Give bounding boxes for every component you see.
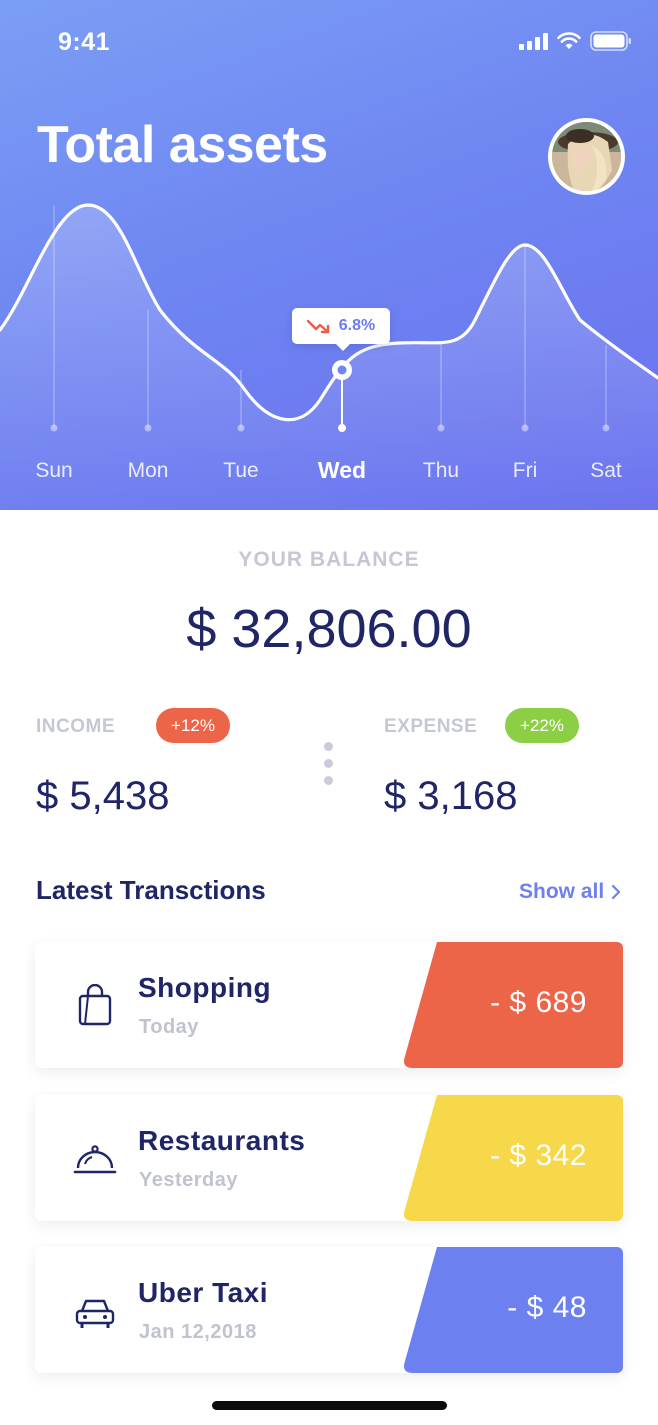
transaction-date: Yesterday (139, 1169, 239, 1191)
day-label-fri[interactable]: Fri (513, 459, 538, 483)
income-label: INCOME (36, 716, 115, 737)
home-indicator[interactable] (212, 1401, 447, 1410)
day-dot-fri (521, 424, 529, 432)
expense-badge: +22% (505, 708, 579, 743)
status-icons (519, 28, 632, 54)
transaction-card-restaurants[interactable]: Restaurants Yesterday - $ 342 (35, 1095, 623, 1221)
trend-down-icon (306, 319, 329, 334)
wifi-icon (557, 32, 581, 49)
expense-label: EXPENSE (384, 716, 478, 737)
transaction-name: Restaurants (138, 1125, 306, 1156)
day-dot-tue (237, 424, 245, 432)
page-title: Total assets (37, 116, 328, 174)
transactions-title: Latest Transctions (36, 875, 266, 905)
day-dot-sat (602, 424, 610, 432)
day-label-tue[interactable]: Tue (223, 459, 258, 483)
day-label-sun[interactable]: Sun (35, 459, 72, 483)
transaction-card-shopping[interactable]: Shopping Today - $ 689 (35, 942, 623, 1068)
shopping-bag-icon (78, 984, 112, 1026)
day-dot-wed (338, 424, 346, 432)
status-time: 9:41 (58, 28, 111, 56)
chevron-right-icon (612, 884, 621, 900)
status-bar: 9:41 (0, 0, 658, 80)
transaction-name: Shopping (138, 972, 272, 1003)
show-all-label: Show all (519, 880, 605, 903)
avatar[interactable] (548, 118, 625, 195)
expense-value: $ 3,168 (384, 774, 518, 818)
income-value: $ 5,438 (36, 774, 170, 818)
transaction-amount: - $ 342 (490, 1139, 587, 1172)
day-dot-thu (437, 424, 445, 432)
income-badge: +12% (156, 708, 230, 743)
assets-header: 9:41 Total assets 6.8% Sun Mon Tue Wed T… (0, 0, 658, 510)
day-dot-sun (50, 424, 58, 432)
car-icon (75, 1299, 115, 1328)
show-all-link[interactable]: Show all (519, 880, 621, 904)
divider-dots (324, 742, 334, 785)
transaction-name: Uber Taxi (138, 1277, 269, 1308)
day-label-sat[interactable]: Sat (590, 459, 622, 483)
transaction-amount: - $ 48 (507, 1291, 587, 1324)
day-label-thu[interactable]: Thu (423, 459, 459, 483)
day-label-wed[interactable]: Wed (318, 457, 366, 484)
avatar-image (552, 122, 621, 191)
cellular-signal-icon (519, 32, 548, 50)
balance-label: YOUR BALANCE (238, 548, 420, 571)
change-value: 6.8% (338, 317, 376, 334)
change-tooltip: 6.8% (292, 308, 390, 351)
transaction-card-uber-taxi[interactable]: Uber Taxi Jan 12,2018 - $ 48 (35, 1247, 623, 1373)
transaction-date: Today (139, 1016, 199, 1038)
transaction-date: Jan 12,2018 (139, 1321, 257, 1343)
day-label-mon[interactable]: Mon (128, 459, 169, 483)
balance-value: $ 32,806.00 (186, 599, 472, 659)
cloche-icon (73, 1145, 117, 1174)
battery-icon (590, 31, 631, 51)
day-dot-mon (144, 424, 152, 432)
transaction-amount: - $ 689 (490, 986, 587, 1019)
